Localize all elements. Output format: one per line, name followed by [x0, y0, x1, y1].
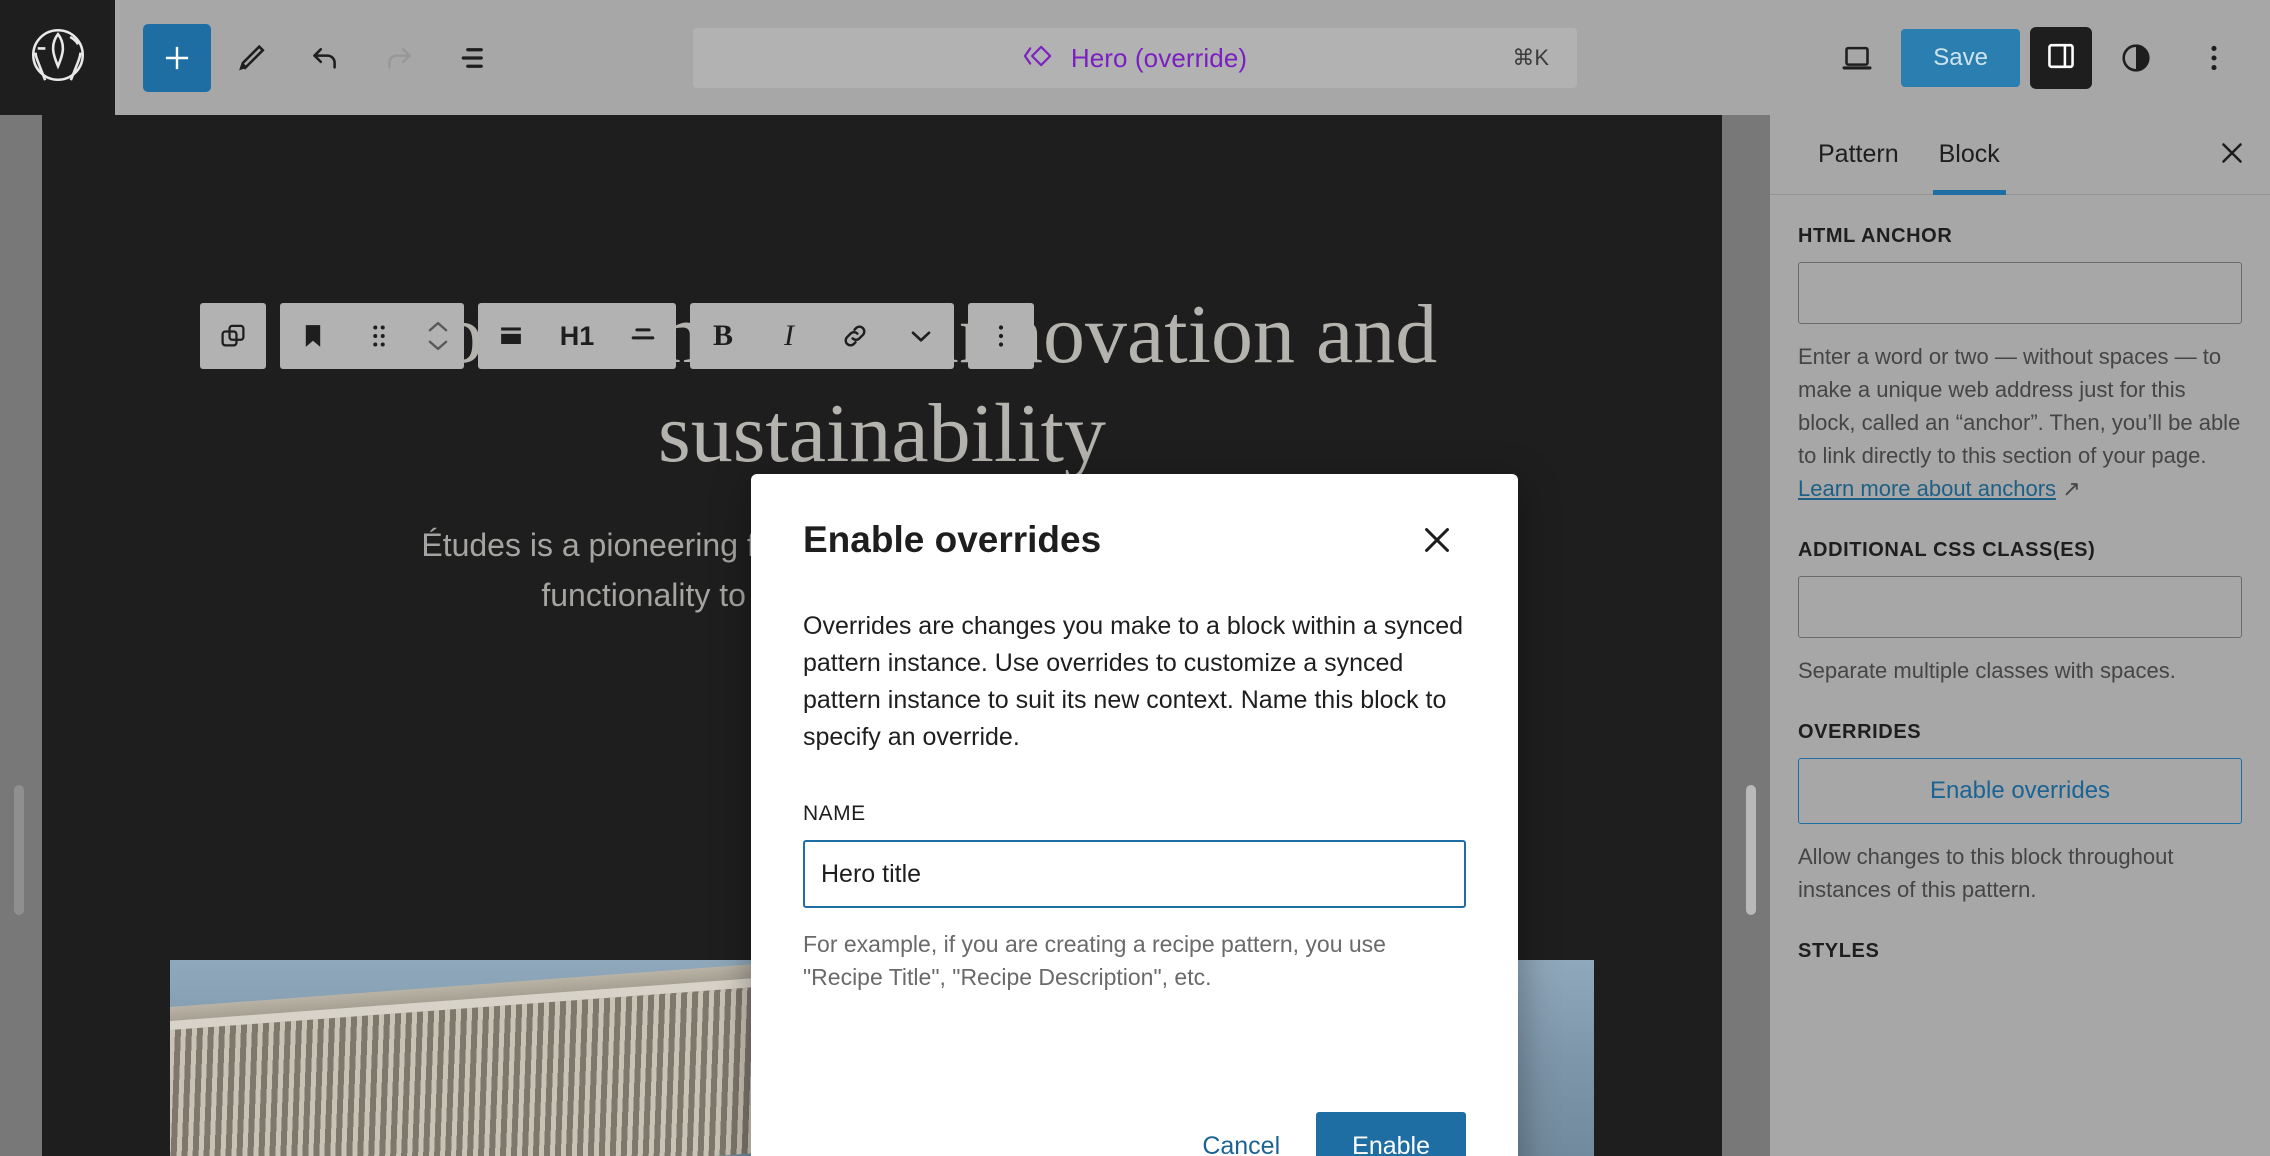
desktop-preview-button[interactable] [1823, 24, 1891, 92]
more-options-button[interactable] [2180, 24, 2248, 92]
wordpress-logo-button[interactable] [0, 0, 115, 115]
pattern-title-label: Hero (override) [1070, 42, 1248, 73]
header-tool-group [115, 23, 507, 92]
modal-layer: Enable overrides Overrides are changes y… [0, 115, 2270, 1156]
wordpress-block-editor: Hero (override) ⌘K Save innovation and s… [0, 0, 2270, 1156]
edit-tool-button[interactable] [217, 24, 285, 92]
modal-title: Enable overrides [803, 519, 1102, 560]
enable-overrides-modal: Enable overrides Overrides are changes y… [751, 474, 1518, 1156]
modal-name-label: NAME [803, 802, 866, 825]
name-input[interactable] [803, 840, 1466, 908]
wordpress-logo-icon [30, 27, 86, 88]
list-view-icon [455, 40, 491, 76]
enable-button[interactable]: Enable [1316, 1112, 1466, 1156]
command-k-shortcut: ⌘K [1512, 45, 1549, 70]
add-block-button[interactable] [143, 23, 211, 92]
modal-close-button[interactable] [1408, 512, 1466, 570]
three-dots-vertical-icon [2196, 40, 2232, 76]
modal-name-hint: For example, if you are creating a recip… [803, 931, 1386, 991]
pattern-title-bar[interactable]: Hero (override) ⌘K [693, 28, 1577, 88]
pencil-icon [233, 40, 269, 76]
undo-button[interactable] [291, 24, 359, 92]
desktop-preview-icon [1839, 40, 1875, 76]
editor-header: Hero (override) ⌘K Save [0, 0, 2270, 115]
plus-icon [159, 40, 195, 76]
undo-icon [307, 40, 343, 76]
header-right-group: Save [1823, 24, 2270, 92]
close-icon [1418, 521, 1456, 562]
cancel-button[interactable]: Cancel [1176, 1114, 1306, 1156]
list-view-button[interactable] [439, 24, 507, 92]
save-button[interactable]: Save [1901, 28, 2020, 87]
editor-body: A commitment to innovation and sustainab… [0, 115, 2270, 1156]
modal-actions: Cancel Enable [803, 1112, 1466, 1156]
styles-button[interactable] [2102, 24, 2170, 92]
synced-pattern-icon [1023, 39, 1057, 78]
contrast-styles-icon [2118, 40, 2154, 76]
redo-button[interactable] [365, 24, 433, 92]
settings-sidebar-toggle[interactable] [2030, 26, 2092, 89]
modal-header: Enable overrides [803, 518, 1466, 570]
modal-description: Overrides are changes you make to a bloc… [803, 612, 1464, 751]
redo-icon [381, 40, 417, 76]
settings-panel-icon [2043, 38, 2079, 77]
